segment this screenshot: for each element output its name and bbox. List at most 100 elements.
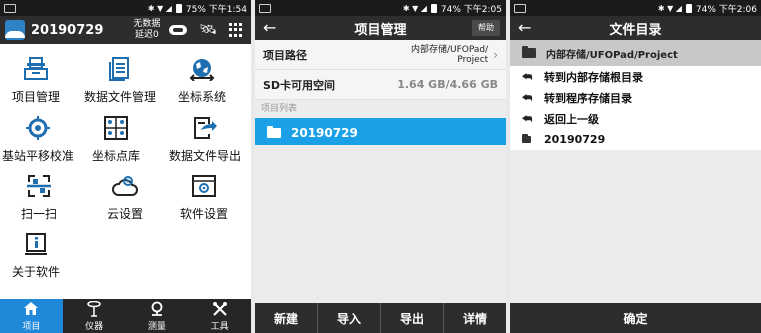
titlebar: ← 文件目录 bbox=[510, 16, 761, 40]
grid-item-label: 项目管理 bbox=[12, 90, 61, 104]
home-icon bbox=[23, 301, 39, 317]
folder-icon bbox=[522, 134, 531, 143]
details-button[interactable]: 详情 bbox=[444, 303, 506, 333]
dir-item-parent[interactable]: ⮪ 返回上一级 bbox=[510, 108, 761, 129]
project-name[interactable]: 20190729 bbox=[31, 23, 103, 38]
cloud-settings-icon bbox=[112, 176, 138, 196]
dir-item-app-storage[interactable]: ⮪ 转到程序存储目录 bbox=[510, 87, 761, 108]
grid-item-label: 坐标点库 bbox=[92, 149, 141, 163]
coordinate-system-icon bbox=[189, 59, 215, 81]
current-path: 内部存储/UFOPad/Project bbox=[510, 40, 761, 66]
project-path-row[interactable]: 项目路径 内部存储/UFOPad/ Project › bbox=[255, 40, 506, 70]
sd-space-row: SD卡可用空间 1.64 GB/4.66 GB bbox=[255, 70, 506, 100]
project-list-item-label: 20190729 bbox=[291, 126, 358, 140]
confirm-button[interactable]: 确定 bbox=[510, 303, 761, 333]
reply-arrow-icon: ⮪ bbox=[522, 111, 533, 125]
confirm-bar: 确定 bbox=[510, 303, 761, 333]
new-button[interactable]: 新建 bbox=[255, 303, 318, 333]
battery-icon bbox=[685, 3, 692, 13]
grid-item-cloud-settings[interactable]: 云设置 bbox=[107, 174, 143, 222]
grid-item-base-calibration[interactable]: 基站平移校准 bbox=[2, 116, 74, 164]
project-logo-icon[interactable] bbox=[5, 20, 25, 40]
tab-label: 工具 bbox=[210, 321, 229, 332]
base-calibration-icon bbox=[26, 116, 50, 140]
satellite-icon[interactable]: 🛰 bbox=[199, 23, 217, 37]
project-list-item[interactable]: 20190729 bbox=[255, 118, 506, 148]
back-arrow-icon[interactable]: ← bbox=[263, 16, 276, 40]
project-path-value-line2: Project bbox=[457, 54, 489, 65]
dir-item-internal-root[interactable]: ⮪ 转到内部存储根目录 bbox=[510, 66, 761, 87]
tab-instrument[interactable]: 仪器 bbox=[63, 299, 126, 333]
data-status-text: 无数据 bbox=[133, 19, 161, 29]
dir-item-label: 返回上一级 bbox=[544, 112, 599, 126]
project-titlebar: 20190729 无数据 延迟0 🛰 bbox=[0, 16, 251, 44]
grid-item-label: 数据文件导出 bbox=[169, 149, 242, 163]
home-screen: ✱ ▼ ◢ 75% 下午1:54 20190729 无数据 延迟0 🛰 项目管理… bbox=[0, 0, 251, 333]
grid-item-data-file[interactable]: 数据文件管理 bbox=[84, 57, 156, 105]
page-title: 文件目录 bbox=[609, 22, 662, 38]
battery-icon bbox=[430, 3, 437, 13]
grid-item-point-library[interactable]: 坐标点库 bbox=[92, 116, 140, 164]
chevron-right-icon: › bbox=[493, 47, 498, 62]
status-bar: ✱ ▼ ◢ 74% 下午2:06 bbox=[510, 0, 761, 16]
help-button[interactable]: 帮助 bbox=[472, 20, 500, 36]
grid-item-about[interactable]: 关于软件 bbox=[12, 232, 60, 280]
project-path-label: 项目路径 bbox=[263, 48, 307, 62]
measure-icon bbox=[149, 301, 165, 317]
software-settings-icon bbox=[192, 175, 216, 197]
status-bar: ✱ ▼ ◢ 74% 下午2:05 bbox=[255, 0, 506, 16]
grid-item-software-settings[interactable]: 软件设置 bbox=[180, 174, 228, 222]
tab-project[interactable]: 项目 bbox=[0, 299, 63, 333]
back-arrow-icon[interactable]: ← bbox=[518, 16, 531, 40]
project-list-area bbox=[255, 145, 506, 303]
signal-icon: ✱ ▼ ◢ bbox=[147, 3, 172, 13]
sd-space-label: SD卡可用空间 bbox=[263, 78, 336, 92]
grid-item-project-manage[interactable]: 项目管理 bbox=[12, 57, 60, 105]
grid-item-label: 坐标系统 bbox=[178, 90, 227, 104]
sd-space-value: 1.64 GB/4.66 GB bbox=[397, 77, 498, 91]
scan-icon bbox=[27, 175, 51, 197]
export-icon bbox=[194, 117, 217, 139]
battery-icon bbox=[175, 3, 182, 13]
grid-item-label: 关于软件 bbox=[12, 265, 61, 279]
dir-item-label: 转到内部存储根目录 bbox=[544, 70, 643, 84]
screenshot-icon bbox=[4, 3, 16, 13]
project-path-value-line1: 内部存储/UFOPad/ bbox=[411, 44, 489, 55]
folder-icon bbox=[522, 46, 536, 58]
dir-item-label: 转到程序存储目录 bbox=[544, 91, 632, 105]
tab-measure[interactable]: 测量 bbox=[126, 299, 189, 333]
about-icon bbox=[25, 233, 47, 255]
data-file-icon bbox=[109, 57, 129, 81]
screenshot-icon bbox=[259, 3, 271, 13]
signal-icon: ✱ ▼ ◢ bbox=[657, 3, 682, 13]
grid-item-label: 软件设置 bbox=[180, 207, 229, 221]
grid-item-label: 数据文件管理 bbox=[84, 90, 157, 104]
screenshot-icon bbox=[514, 3, 526, 13]
tab-tools[interactable]: 工具 bbox=[188, 299, 251, 333]
reply-arrow-icon: ⮪ bbox=[522, 69, 533, 83]
grid-item-label: 基站平移校准 bbox=[2, 149, 75, 163]
project-manage-screen: ✱ ▼ ◢ 74% 下午2:05 ← 项目管理 帮助 项目路径 内部存储/UFO… bbox=[255, 0, 506, 333]
status-bar: ✱ ▼ ◢ 75% 下午1:54 bbox=[0, 0, 251, 16]
receiver-device-icon[interactable] bbox=[169, 25, 188, 35]
dir-item-label: 20190729 bbox=[544, 133, 606, 146]
apps-grid-icon[interactable] bbox=[229, 23, 243, 37]
folder-icon bbox=[267, 126, 281, 138]
dir-item-folder[interactable]: 20190729 bbox=[510, 129, 761, 150]
grid-item-scan[interactable]: 扫一扫 bbox=[21, 174, 57, 222]
export-button[interactable]: 导出 bbox=[381, 303, 444, 333]
status-time: 75% 下午1:54 bbox=[185, 4, 247, 15]
reply-arrow-icon: ⮪ bbox=[522, 90, 533, 104]
grid-item-export[interactable]: 数据文件导出 bbox=[169, 116, 241, 164]
tab-label: 仪器 bbox=[85, 321, 104, 332]
grid-item-coordinate-system[interactable]: 坐标系统 bbox=[178, 57, 226, 105]
tools-icon bbox=[212, 301, 228, 317]
import-button[interactable]: 导入 bbox=[318, 303, 381, 333]
function-grid: 项目管理 数据文件管理 坐标系统 基站平移校准 坐标点库 数据文件导出 扫一扫 … bbox=[0, 44, 251, 297]
current-path-text: 内部存储/UFOPad/Project bbox=[546, 49, 678, 61]
tab-label: 项目 bbox=[22, 321, 41, 332]
tab-label: 测量 bbox=[147, 321, 166, 332]
status-time: 74% 下午2:06 bbox=[695, 4, 757, 15]
bottom-tabbar: 项目 仪器 测量 工具 bbox=[0, 299, 251, 333]
instrument-icon bbox=[86, 300, 102, 317]
